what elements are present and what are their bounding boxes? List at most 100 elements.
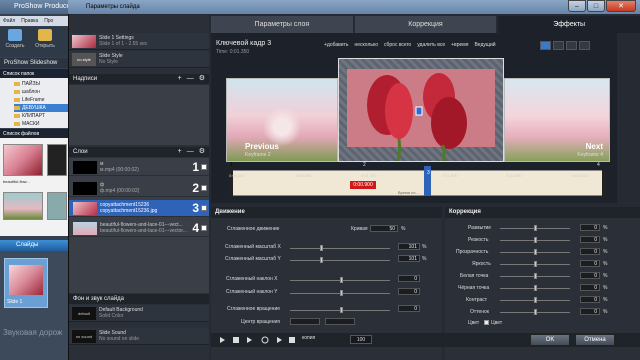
tab-correction[interactable]: Коррекция <box>354 16 497 33</box>
folder-item[interactable]: МАСКИ <box>14 120 68 128</box>
heart-icon[interactable] <box>277 337 282 343</box>
add-caption-button[interactable]: + <box>178 75 182 82</box>
stop-icon[interactable] <box>233 337 239 343</box>
layer-row[interactable]: ф ф.mp4 (00:00:02) 2 <box>69 180 209 197</box>
background-thumb: default <box>72 307 96 320</box>
layer-visible-checkbox[interactable] <box>201 225 207 231</box>
add-layer-button[interactable]: + <box>178 148 182 155</box>
color-checkbox[interactable] <box>484 320 489 325</box>
multiple-button[interactable]: несколько <box>355 42 379 48</box>
play-icon[interactable] <box>220 337 225 343</box>
slide-thumbnail[interactable]: Slide 1 <box>4 258 48 308</box>
view-split-icon[interactable] <box>553 41 564 50</box>
rotation-center-x[interactable] <box>290 318 320 325</box>
blur-slider[interactable] <box>500 225 570 231</box>
layer-visible-checkbox[interactable] <box>201 164 207 170</box>
slide-settings-row[interactable]: Slide 1 Settings Slide 1 of 1 - 2.55 sec <box>69 33 209 50</box>
cancel-button[interactable]: Отмена <box>575 334 615 346</box>
folder-item[interactable]: LifeFrame <box>14 96 68 104</box>
slide-sound-row[interactable]: no sound Slide Sound No sound on slide <box>69 328 209 345</box>
rotation-value[interactable]: 0 <box>398 305 420 312</box>
rotation-slider[interactable] <box>290 307 390 313</box>
skew-x-value[interactable]: 0 <box>398 275 420 282</box>
layer-row[interactable]: beautiful-flowers-and-lace-01---vect... … <box>69 220 209 237</box>
menu-file[interactable]: Файл <box>3 18 15 24</box>
background-row[interactable]: default Default Background Solid Color <box>69 305 209 322</box>
minimize-button[interactable]: – <box>568 0 586 12</box>
correction-row-label: Оттенок <box>470 309 489 315</box>
layer-visible-checkbox[interactable] <box>201 185 207 191</box>
next-keyframe-preview[interactable]: Next Keyframe 4 <box>504 78 610 162</box>
view-shield-icon[interactable] <box>566 41 577 50</box>
sharpness-value[interactable]: 0 <box>580 236 600 243</box>
close-button[interactable]: ✕ <box>606 0 636 12</box>
black-point-slider[interactable] <box>500 285 570 291</box>
delete-all-button[interactable]: удалить все <box>417 42 445 48</box>
correction-row-label: Прозрачность <box>456 249 489 255</box>
layer-settings-icon[interactable]: ⚙ <box>199 148 205 155</box>
skew-x-slider[interactable] <box>290 277 390 283</box>
menu-edit[interactable]: Правка <box>21 18 38 24</box>
next-icon[interactable] <box>247 337 252 343</box>
add-time-button[interactable]: +время <box>451 42 468 48</box>
file-thumbnail[interactable] <box>47 192 67 220</box>
open-button[interactable]: Открыть <box>32 29 58 55</box>
hue-value[interactable]: 0 <box>580 308 600 315</box>
caption-settings-icon[interactable]: ⚙ <box>199 75 205 82</box>
folder-item[interactable]: шаблон <box>14 88 68 96</box>
contrast-value[interactable]: 0 <box>580 296 600 303</box>
skew-y-value[interactable]: 0 <box>398 288 420 295</box>
scale-y-slider[interactable] <box>290 257 390 263</box>
reset-all-button[interactable]: сброс всего <box>384 42 411 48</box>
tab-effects[interactable]: Эффекты <box>498 16 640 33</box>
opacity-value[interactable]: 0 <box>580 248 600 255</box>
scale-x-value[interactable]: 101 <box>398 243 420 250</box>
brightness-slider[interactable] <box>500 261 570 267</box>
copy-button[interactable]: копия <box>302 335 315 341</box>
layer-row-selected[interactable]: copyattachment15236 copyattachment15236.… <box>69 200 209 217</box>
scale-x-slider[interactable] <box>290 245 390 251</box>
remove-caption-button[interactable]: — <box>187 75 194 82</box>
menu-project[interactable]: Про <box>44 18 53 24</box>
opacity-slider[interactable] <box>500 249 570 255</box>
folder-item[interactable]: КЛИПАРТ <box>14 112 68 120</box>
white-point-value[interactable]: 0 <box>580 272 600 279</box>
curve-value[interactable]: 50 <box>370 225 398 232</box>
file-thumbnail[interactable] <box>3 192 43 220</box>
timeline-end-marker[interactable] <box>602 169 606 197</box>
view-settings-icon[interactable] <box>579 41 590 50</box>
blur-value[interactable]: 0 <box>580 224 600 231</box>
file-thumbnail[interactable] <box>3 144 43 176</box>
current-keyframe-preview[interactable] <box>338 58 504 162</box>
layer-row[interactable]: м м.mp4 (00:00:02) 1 <box>69 159 209 176</box>
scale-y-value[interactable]: 101 <box>398 255 420 262</box>
tab-layer-settings[interactable]: Параметры слоя <box>211 16 353 33</box>
add-keyframe-button[interactable]: +добавить <box>324 42 349 48</box>
remove-layer-button[interactable]: — <box>187 148 194 155</box>
view-grid-icon[interactable] <box>540 41 551 50</box>
hue-slider[interactable] <box>500 309 570 315</box>
folder-item[interactable]: ДЕВУШКА <box>14 104 68 112</box>
black-point-value[interactable]: 0 <box>580 284 600 291</box>
loop-icon[interactable] <box>261 336 269 344</box>
new-button[interactable]: Создать <box>2 29 28 55</box>
folder-item[interactable]: ПАЙЗЫ <box>14 80 68 88</box>
brightness-value[interactable]: 0 <box>580 260 600 267</box>
skew-y-slider[interactable] <box>290 290 390 296</box>
zoom-input[interactable]: 100 <box>350 335 372 344</box>
current-time-marker[interactable]: 0:00.900 <box>350 181 376 189</box>
layer-center-handle[interactable] <box>415 106 423 116</box>
previous-keyframe-preview[interactable]: Previous Keyframe 2 <box>226 78 338 162</box>
contrast-slider[interactable] <box>500 297 570 303</box>
sharpness-slider[interactable] <box>500 237 570 243</box>
leading-button[interactable]: Ведущий <box>474 42 495 48</box>
layer-visible-checkbox[interactable] <box>201 205 207 211</box>
file-thumbnail[interactable] <box>47 144 67 176</box>
maximize-button[interactable]: □ <box>587 0 605 12</box>
grid-icon[interactable] <box>289 337 295 343</box>
rotation-center-y[interactable] <box>325 318 355 325</box>
ok-button[interactable]: OK <box>530 334 570 346</box>
tab-slides[interactable]: Слайды <box>0 240 70 251</box>
slide-style-row[interactable]: no style Slide Style No Style <box>69 51 209 68</box>
white-point-slider[interactable] <box>500 273 570 279</box>
